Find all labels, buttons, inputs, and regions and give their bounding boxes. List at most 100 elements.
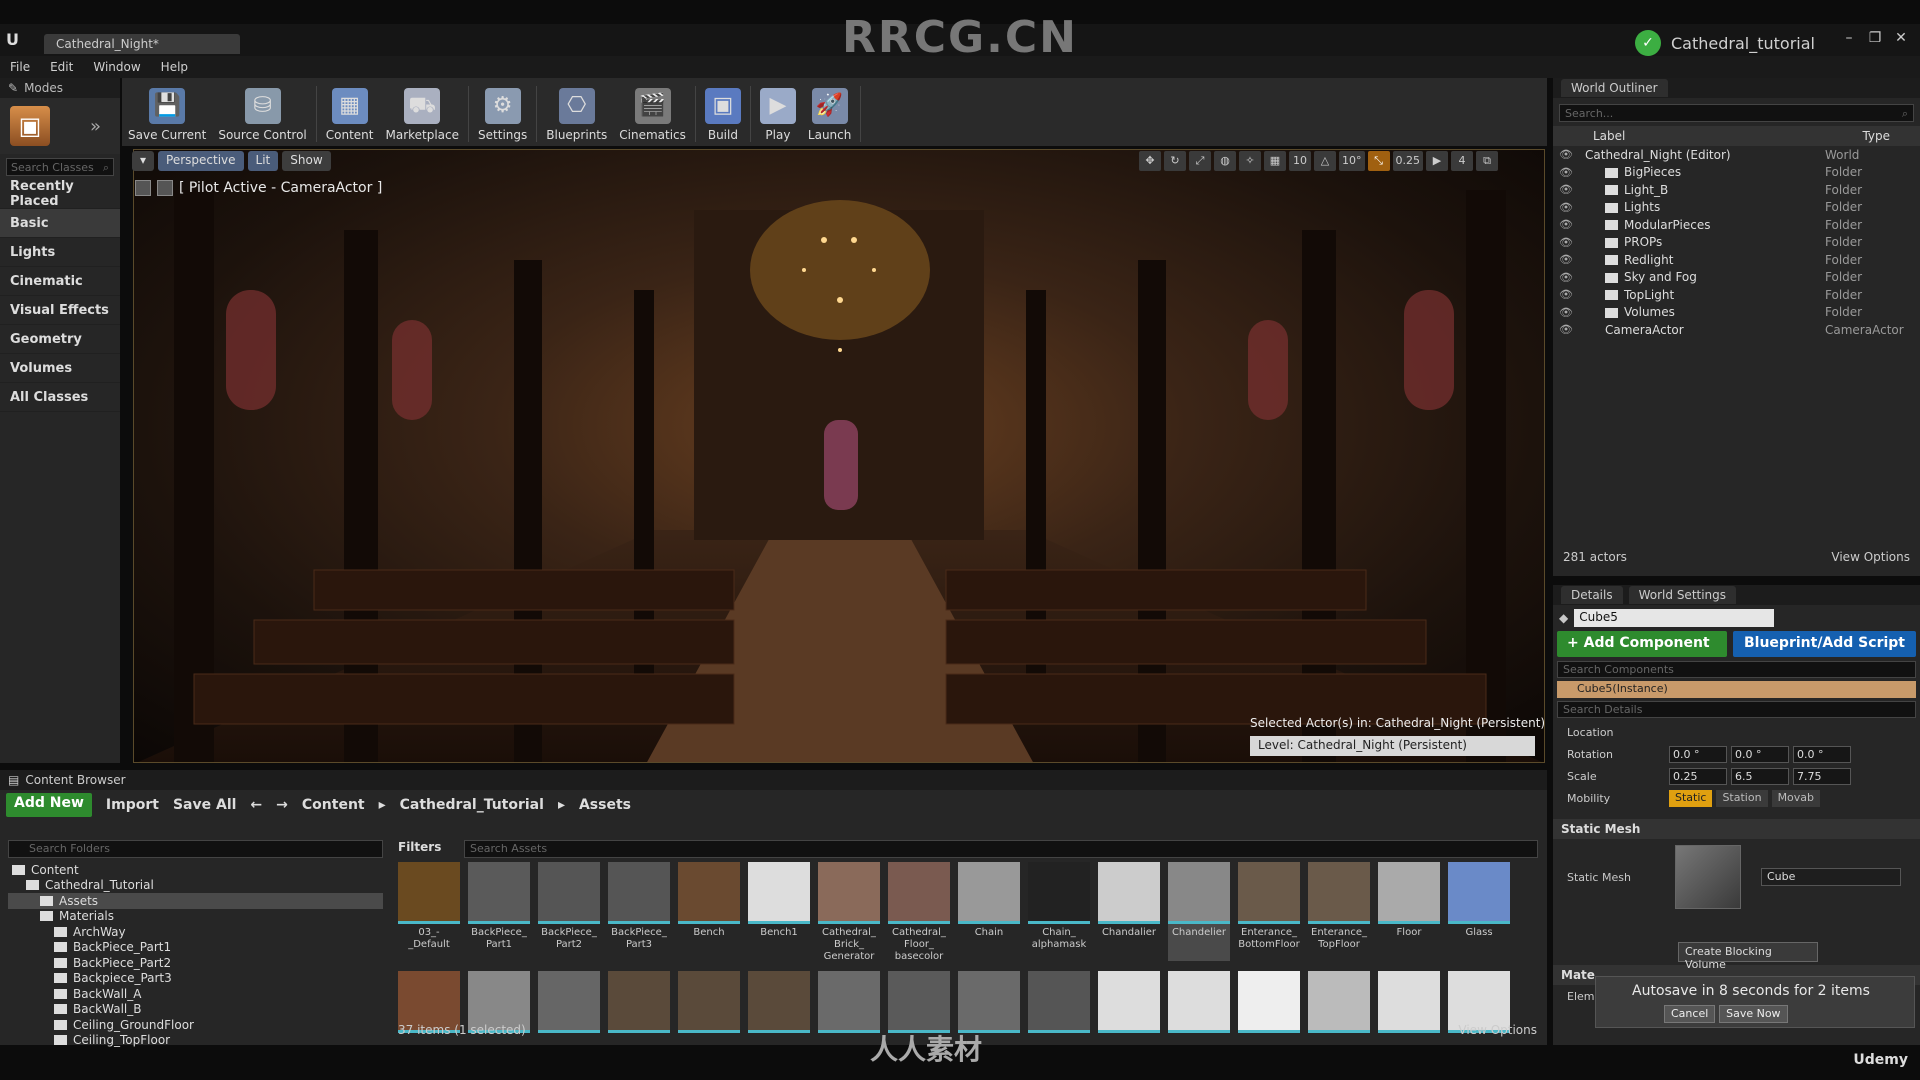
visibility-eye-icon[interactable]: 👁 [1553, 236, 1579, 249]
mode-item[interactable]: Recently Placed [0, 179, 120, 209]
toolbar-cinematics-button[interactable]: 🎬 Cinematics [619, 88, 686, 142]
add-component-button[interactable]: + Add Component [1557, 631, 1727, 657]
toolbar-blueprints-button[interactable]: ⎔ Blueprints [546, 88, 607, 142]
grid-snap-value[interactable]: 10 [1289, 151, 1311, 171]
outliner-search-input[interactable]: Search... ⌕ [1559, 104, 1914, 122]
asset-tile[interactable]: Bench1 [748, 862, 810, 961]
asset-tile[interactable]: Enterance_ BottomFloor [1238, 862, 1300, 961]
outliner-row[interactable]: 👁 Light_B Folder [1553, 181, 1920, 199]
create-blocking-volume-button[interactable]: Create Blocking Volume [1678, 942, 1818, 971]
content-browser-title[interactable]: Content Browser [25, 773, 125, 787]
folder-item[interactable]: Content [8, 862, 383, 878]
outliner-row[interactable]: 👁 Redlight Folder [1553, 251, 1920, 269]
folder-item[interactable]: Backpiece_Part3 [8, 971, 383, 987]
asset-tile[interactable]: Glass [1448, 862, 1510, 961]
asset-tile[interactable]: 03_-_Default [398, 862, 460, 961]
search-details-input[interactable]: Search Details [1557, 701, 1916, 718]
scale-icon[interactable]: ⤢ [1189, 151, 1211, 171]
mobility-stationary[interactable]: Station [1716, 789, 1768, 807]
mode-item[interactable]: Cinematic [0, 267, 120, 296]
mode-item[interactable]: Basic [0, 209, 120, 238]
search-components-input[interactable]: Search Components [1557, 661, 1916, 678]
level-viewport[interactable] [133, 149, 1545, 763]
search-assets-input[interactable]: Search Assets [464, 840, 1538, 858]
rotation-y[interactable]: 0.0 ° [1731, 745, 1789, 763]
visibility-eye-icon[interactable]: 👁 [1553, 271, 1579, 284]
viewport-options-button[interactable]: ▾ [132, 151, 155, 171]
outliner-row[interactable]: 👁 Cathedral_Night (Editor) World [1553, 146, 1920, 164]
toolbar-content-button[interactable]: ▦ Content [326, 88, 373, 142]
rotation-z[interactable]: 0.0 ° [1793, 745, 1851, 763]
asset-tile[interactable]: Chain_ alphamask [1028, 862, 1090, 961]
camera-speed-icon[interactable]: ▶ [1426, 151, 1448, 171]
camera-speed-value[interactable]: 4 [1451, 151, 1473, 171]
mode-item[interactable]: All Classes [0, 383, 120, 412]
asset-tile[interactable]: Chandalier [1098, 862, 1160, 961]
mode-item[interactable]: Volumes [0, 354, 120, 383]
toolbar-source-control-button[interactable]: ⛁ Source Control [218, 88, 307, 142]
asset-tile[interactable] [1168, 971, 1230, 1070]
asset-tile[interactable]: Chandelier [1168, 862, 1230, 961]
asset-tile[interactable] [1448, 971, 1510, 1070]
folder-item[interactable]: Materials [8, 909, 383, 925]
rotation-snap-value[interactable]: 10° [1339, 151, 1365, 171]
toolbar-build-button[interactable]: ▣ Build [704, 88, 741, 142]
breadcrumb-content[interactable]: Content [302, 797, 365, 813]
visibility-eye-icon[interactable]: 👁 [1553, 148, 1579, 161]
breadcrumb-cathedral[interactable]: Cathedral_Tutorial [400, 797, 544, 813]
filters-button[interactable]: Filters [398, 840, 458, 858]
translate-icon[interactable]: ✥ [1139, 151, 1161, 171]
outliner-row[interactable]: 👁 Volumes Folder [1553, 304, 1920, 322]
back-icon[interactable]: ← [250, 797, 262, 813]
restore-icon[interactable]: ❐ [1866, 30, 1884, 46]
asset-tile[interactable] [1028, 971, 1090, 1070]
visibility-eye-icon[interactable]: 👁 [1553, 218, 1579, 231]
asset-tile[interactable] [1378, 971, 1440, 1070]
folder-item[interactable]: Ceiling_TopFloor [8, 1033, 383, 1049]
mobility-movable[interactable]: Movab [1771, 789, 1821, 807]
asset-tile[interactable]: BackPiece_ Part2 [538, 862, 600, 961]
world-local-icon[interactable]: ◍ [1214, 151, 1236, 171]
mobility-static[interactable]: Static [1669, 789, 1713, 807]
asset-tile[interactable]: Bench [678, 862, 740, 961]
menu-edit[interactable]: Edit [50, 60, 73, 74]
toolbar-marketplace-button[interactable]: ⛟ Marketplace [385, 88, 459, 142]
folder-item[interactable]: BackPiece_Part2 [8, 955, 383, 971]
scale-snap-icon[interactable]: ⤡ [1367, 151, 1390, 171]
add-new-button[interactable]: Add New [6, 793, 92, 817]
scale-snap-value[interactable]: 0.25 [1392, 151, 1423, 171]
asset-tile[interactable]: Enterance_ TopFloor [1308, 862, 1370, 961]
folder-item[interactable]: Ceiling_GroundFloor [8, 1017, 383, 1033]
world-settings-tab[interactable]: World Settings [1628, 586, 1737, 604]
asset-tile[interactable]: Chain [958, 862, 1020, 961]
save-all-button[interactable]: Save All [173, 797, 236, 813]
scale-z[interactable]: 7.75 [1793, 767, 1851, 785]
expand-chevron-icon[interactable]: » [90, 116, 101, 137]
scale-x[interactable]: 0.25 [1669, 767, 1727, 785]
visibility-eye-icon[interactable]: 👁 [1553, 306, 1579, 319]
instance-row[interactable]: Cube5(Instance) [1557, 681, 1916, 698]
toolbar-play-button[interactable]: ▶ Play [759, 88, 796, 142]
outliner-row[interactable]: 👁 Lights Folder [1553, 199, 1920, 217]
asset-tile[interactable]: BackPiece_ Part3 [608, 862, 670, 961]
close-icon[interactable]: ✕ [1892, 30, 1910, 46]
maximize-viewport-icon[interactable]: ⧉ [1476, 151, 1498, 171]
rotation-snap-icon[interactable]: △ [1314, 151, 1336, 171]
outliner-row[interactable]: 👁 ModularPieces Folder [1553, 216, 1920, 234]
outliner-row[interactable]: 👁 TopLight Folder [1553, 286, 1920, 304]
search-classes-input[interactable]: Search Classes ⌕ [6, 158, 114, 176]
asset-tile[interactable] [748, 971, 810, 1070]
visibility-eye-icon[interactable]: 👁 [1553, 288, 1579, 301]
toolbar-settings-button[interactable]: ⚙ Settings [478, 88, 527, 142]
eject-icon[interactable] [135, 180, 151, 196]
menu-help[interactable]: Help [161, 60, 188, 74]
menu-window[interactable]: Window [93, 60, 140, 74]
blueprint-add-script-button[interactable]: Blueprint/Add Script [1733, 631, 1916, 657]
visibility-eye-icon[interactable]: 👁 [1553, 323, 1579, 336]
asset-tile[interactable] [1098, 971, 1160, 1070]
asset-tile[interactable] [398, 971, 460, 1070]
asset-tile[interactable]: Cathedral_ Floor_ basecolor [888, 862, 950, 962]
mode-item[interactable]: Geometry [0, 325, 120, 354]
place-mode-icon[interactable]: ▣ [10, 106, 50, 146]
minimize-icon[interactable]: – [1840, 30, 1858, 46]
